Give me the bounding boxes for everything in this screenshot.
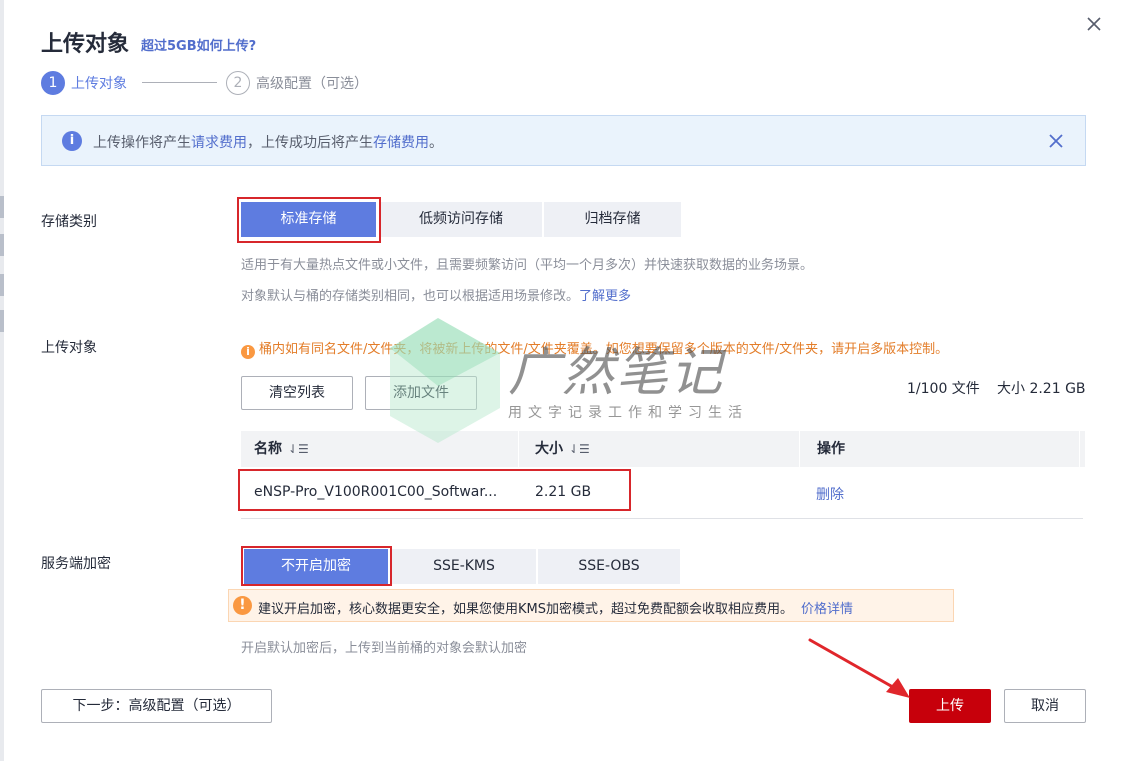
column-size[interactable]: 大小 ⇃☰ <box>522 431 799 467</box>
next-step-button[interactable]: 下一步：高级配置（可选） <box>41 689 272 723</box>
storage-class-standard[interactable]: 标准存储 <box>241 202 376 237</box>
price-detail-link[interactable]: 价格详情 <box>801 602 853 617</box>
info-text-part: 。 <box>429 135 443 151</box>
file-size-cell: 2.21 GB <box>535 484 592 500</box>
storage-class-label: 存储类别 <box>41 214 97 230</box>
file-name-cell: eNSP-Pro_V100R001C00_Softwar... <box>254 484 498 500</box>
file-count: 1/100 文件 <box>907 381 980 397</box>
request-fee-link[interactable]: 请求费用 <box>191 135 247 151</box>
encryption-label: 服务端加密 <box>41 556 111 572</box>
cancel-button[interactable]: 取消 <box>1004 689 1086 723</box>
learn-more-link[interactable]: 了解更多 <box>579 289 631 304</box>
column-action: 操作 <box>804 431 1074 467</box>
column-divider <box>799 431 800 467</box>
add-file-button[interactable]: 添加文件 <box>365 376 477 410</box>
left-edge-strip <box>0 0 4 761</box>
left-edge-mark <box>0 196 4 218</box>
left-edge-mark <box>0 274 4 296</box>
step-1-number: 1 <box>41 71 65 95</box>
encryption-hint: 开启默认加密后，上传到当前桶的对象会默认加密 <box>241 641 528 656</box>
storage-class-archive[interactable]: 归档存储 <box>544 202 681 237</box>
column-header-label: 名称 <box>254 441 282 457</box>
watermark-subtitle: 用文字记录工作和学习生活 <box>508 405 748 421</box>
upload-objects-label: 上传对象 <box>41 340 97 356</box>
left-edge-mark <box>0 234 4 256</box>
total-size: 大小 2.21 GB <box>997 381 1086 397</box>
column-header-label: 操作 <box>817 441 845 457</box>
file-table-header: 名称 ⇃☰ 大小 ⇃☰ 操作 <box>241 431 1085 467</box>
column-name[interactable]: 名称 ⇃☰ <box>241 431 518 467</box>
close-icon[interactable] <box>1082 12 1106 36</box>
arrow-annotation <box>808 638 910 698</box>
warning-icon: i <box>241 345 255 359</box>
upload-button[interactable]: 上传 <box>909 689 991 723</box>
file-action-cell: 删除 <box>816 484 844 504</box>
storage-class-hint: 适用于有大量热点文件或小文件，且需要频繁访问（平均一个月多次）并快速获取数据的业… <box>241 258 814 273</box>
step-2-label: 高级配置（可选） <box>256 76 368 92</box>
sort-icon[interactable]: ⇃☰ <box>569 431 590 467</box>
encryption-sse-obs[interactable]: SSE-OBS <box>538 549 680 584</box>
column-header-label: 大小 <box>535 441 563 457</box>
step-indicator: 1 上传对象 2 高级配置（可选） <box>41 71 401 95</box>
left-edge-mark <box>0 310 4 332</box>
row-divider <box>241 518 1083 519</box>
cost-info-banner: i 上传操作将产生请求费用，上传成功后将产生存储费用。 <box>41 115 1086 166</box>
step-1-label: 上传对象 <box>71 76 127 92</box>
storage-class-infrequent[interactable]: 低频访问存储 <box>380 202 542 237</box>
close-icon[interactable] <box>1047 132 1065 150</box>
clear-list-button[interactable]: 清空列表 <box>241 376 353 410</box>
column-divider <box>1079 431 1080 467</box>
column-divider <box>518 431 519 467</box>
step-connector <box>142 82 217 83</box>
encryption-off[interactable]: 不开启加密 <box>244 549 388 584</box>
storage-fee-link[interactable]: 存储费用 <box>373 135 429 151</box>
info-icon: i <box>62 131 82 151</box>
sort-icon[interactable]: ⇃☰ <box>288 431 309 467</box>
encryption-warning-banner: ! 建议开启加密，核心数据更安全，如果您使用KMS加密模式，超过免费配额会收取相… <box>228 589 954 622</box>
info-text-part: 上传操作将产生 <box>93 135 191 151</box>
storage-class-hint-2: 对象默认与桶的存储类别相同，也可以根据适用场景修改。了解更多 <box>241 285 631 304</box>
delete-file-link[interactable]: 删除 <box>816 487 844 503</box>
warning-icon: ! <box>233 596 252 615</box>
hint-text: 对象默认与桶的存储类别相同，也可以根据适用场景修改。 <box>241 289 580 304</box>
overwrite-warning-text: 桶内如有同名文件/文件夹，将被新上传的文件/文件夹覆盖。如您想要保留多个版本的文… <box>259 342 949 357</box>
encryption-sse-kms[interactable]: SSE-KMS <box>392 549 536 584</box>
cost-info-text: 上传操作将产生请求费用，上传成功后将产生存储费用。 <box>93 132 443 152</box>
large-upload-help-link[interactable]: 超过5GB如何上传? <box>141 35 256 54</box>
step-2-number: 2 <box>226 71 250 95</box>
dialog-title: 上传对象 <box>41 32 130 57</box>
overwrite-warning: i 桶内如有同名文件/文件夹，将被新上传的文件/文件夹覆盖。如您想要保留多个版本的… <box>241 338 948 359</box>
info-text-part: ，上传成功后将产生 <box>247 135 373 151</box>
encryption-warning-message: 建议开启加密，核心数据更安全，如果您使用KMS加密模式，超过免费配额会收取相应费… <box>258 602 793 617</box>
encryption-warning-text: 建议开启加密，核心数据更安全，如果您使用KMS加密模式，超过免费配额会收取相应费… <box>258 598 853 617</box>
